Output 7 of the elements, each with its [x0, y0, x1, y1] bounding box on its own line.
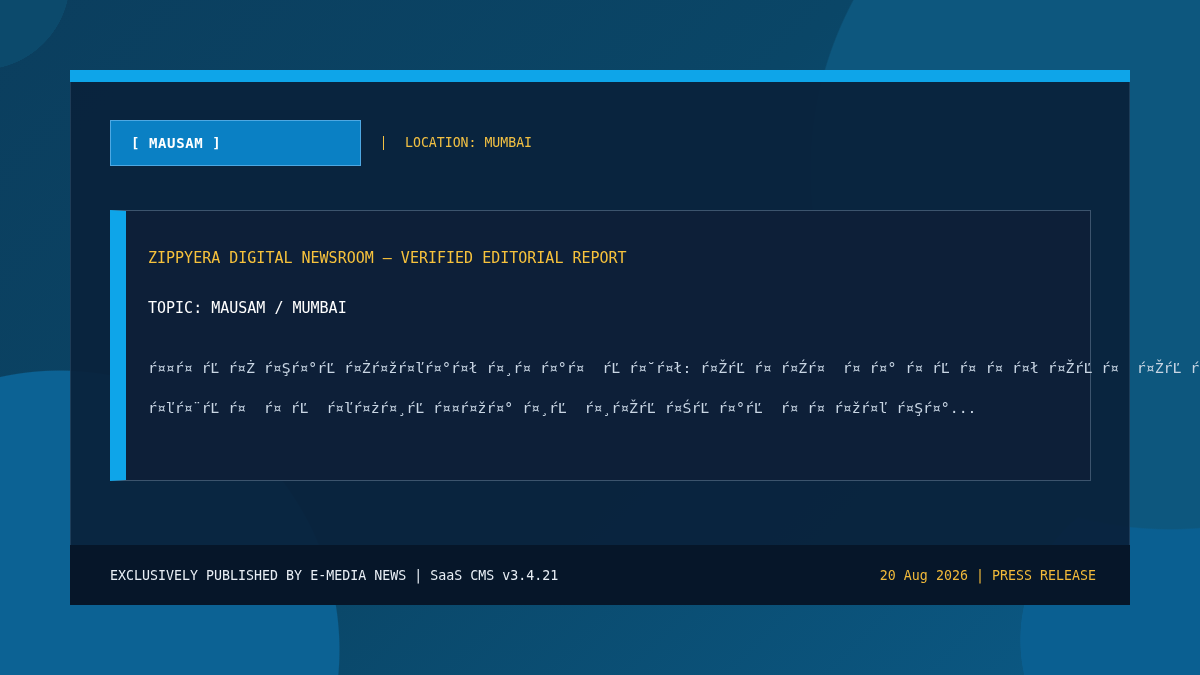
article-topic: TOPIC: MAUSAM / MUMBAI: [148, 298, 348, 318]
footer-release-info: 20 Aug 2026 | PRESS RELEASE: [879, 567, 1096, 583]
footer-credit: EXCLUSIVELY PUBLISHED BY E-MEDIA NEWS | SaaS CMS v3.4.21: [110, 567, 559, 583]
category-tag: [ MAUSAM ]: [110, 119, 361, 166]
article-headline: ZIPPYERA DIGITAL NEWSROOM — VERIFIED EDITORIAL REPORT: [148, 248, 628, 268]
location-label: LOCATION: MUMBAI: [405, 135, 533, 150]
article-body-text: ŕ¤¤ŕ¤ ŕĽ ŕ¤Ż ŕ¤Şŕ¤°ŕĽ ŕ¤Żŕ¤žŕ¤ľŕ¤°ŕ¤ł ŕ¤¸ŕ¤ ŕ¤°ŕ¤ ŕĽ ŕ¤˘ŕ¤ł: ŕ¤ŽŕĽ ŕ¤ ŕ¤Źŕ¤ ŕ¤ ŕ¤° ŕ¤ ŕĽ ŕ¤ ŕ¤ ŕ¤ł ŕ¤ŽŕĽ ŕ¤ ŕ¤ŽŕĽ ŕ ŕ¤ľŕ¤¨ŕĽ ŕ¤ ŕ¤ ŕĽ ŕ¤ľŕ¤żŕ¤¸ŕĽ ŕ¤¤ŕ¤žŕ¤° ŕ¤¸ŕĽ ŕ¤¸ŕ¤ŽŕĽ ŕ¤ŚŕĽ ŕ¤°ŕĽ ŕ¤ ŕ¤ ŕ¤žŕ¤ľ ŕ¤Şŕ¤°...: [148, 358, 1200, 418]
